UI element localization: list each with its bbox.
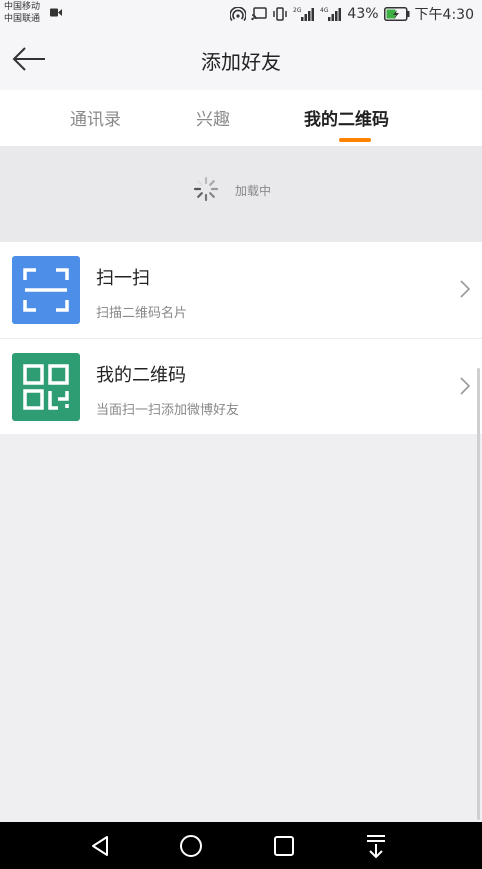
- tab-bar: 通讯录 兴趣 我的二维码: [0, 90, 482, 146]
- video-camera-icon: [50, 8, 62, 17]
- battery-percent: 43%: [347, 6, 379, 22]
- signal-icon-1: 2G: [293, 7, 315, 21]
- carrier-labels: 中国移动 中国联通: [4, 1, 40, 25]
- signal-icon-2: 4G: [320, 7, 342, 21]
- loading-text: 加载中: [235, 184, 272, 198]
- status-icons: 2G 4G 43% 下午4:30: [230, 5, 474, 23]
- loading-spinner-icon: [193, 176, 219, 202]
- svg-text:2G: 2G: [293, 7, 302, 14]
- navigation-bar: [0, 822, 482, 869]
- list-item-scan[interactable]: 扫一扫 扫描二维码名片: [0, 242, 482, 338]
- my-qrcode-title: 我的二维码: [96, 365, 186, 386]
- circle-home-icon: [180, 835, 202, 857]
- cast-icon: [251, 7, 268, 21]
- square-recents-icon: [274, 836, 294, 856]
- tab-contacts[interactable]: 通讯录: [70, 105, 121, 130]
- active-tab-indicator: [339, 138, 371, 142]
- scan-subtitle: 扫描二维码名片: [96, 306, 188, 321]
- carrier-1: 中国移动: [4, 2, 41, 12]
- tab-interest[interactable]: 兴趣: [196, 105, 230, 130]
- battery-icon: [383, 7, 410, 21]
- pull-down-icon: [367, 835, 385, 859]
- list-item-my-qrcode[interactable]: 我的二维码 当面扫一扫添加微博好友: [0, 338, 482, 434]
- chevron-right-icon: [460, 377, 470, 395]
- qr-code-icon: [12, 353, 80, 421]
- clock: 下午4:30: [414, 7, 474, 23]
- scan-icon: [12, 256, 80, 324]
- header: 添加好友: [0, 28, 482, 90]
- page-title: 添加好友: [201, 50, 281, 74]
- action-list: 扫一扫 扫描二维码名片 我的二维码 当面扫一扫添加微博好友: [0, 242, 482, 434]
- nav-notification-button[interactable]: [362, 832, 390, 860]
- loading-area: 加载中: [0, 146, 482, 242]
- svg-text:4G: 4G: [320, 7, 329, 14]
- tab-my-qrcode[interactable]: 我的二维码: [304, 105, 389, 130]
- nav-back-button[interactable]: [86, 832, 114, 860]
- status-bar: 中国移动 中国联通 2G 4G 43% 下午4:30: [0, 0, 482, 28]
- vibrate-icon: [273, 7, 288, 21]
- carrier-2: 中国联通: [4, 14, 41, 24]
- chevron-right-icon: [460, 280, 470, 298]
- scan-title: 扫一扫: [96, 268, 150, 289]
- hotspot-icon: [230, 7, 247, 21]
- my-qrcode-subtitle: 当面扫一扫添加微博好友: [96, 403, 240, 418]
- triangle-back-icon: [92, 836, 108, 856]
- nav-home-button[interactable]: [177, 832, 205, 860]
- nav-recents-button[interactable]: [270, 832, 298, 860]
- scrollbar[interactable]: [477, 368, 480, 820]
